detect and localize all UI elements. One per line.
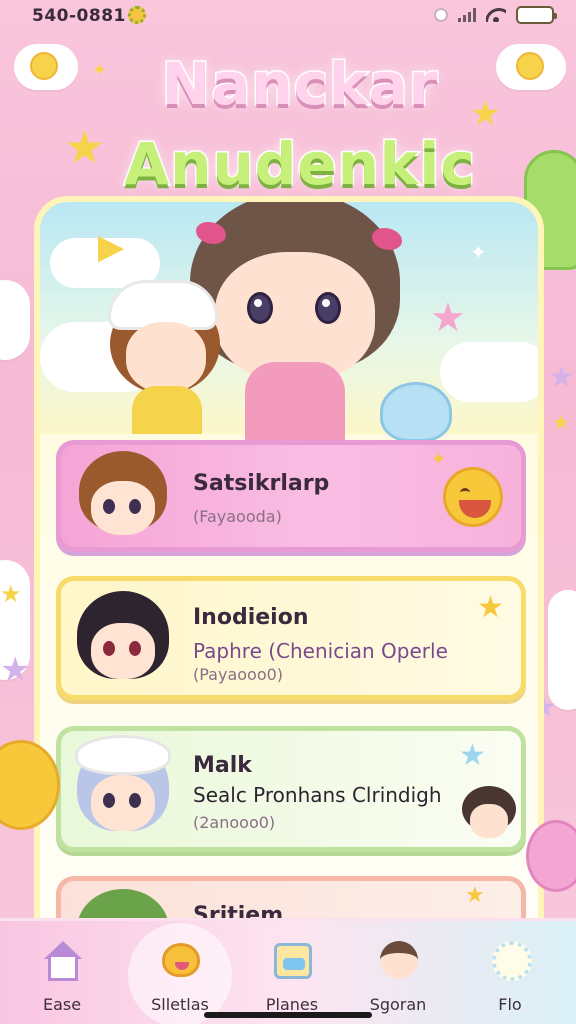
- item-title: Satsikrlarp: [193, 471, 330, 496]
- app-title: Nanckar Anudenkic: [100, 50, 500, 198]
- star-icon: ★: [548, 360, 575, 395]
- battery-icon: [516, 6, 557, 24]
- tab-label: Ease: [42, 995, 82, 1014]
- boy-character-body: [132, 386, 202, 434]
- home-icon: [40, 937, 86, 983]
- tab-ease[interactable]: Ease: [12, 929, 112, 1019]
- item-note: (Payaooo0): [193, 665, 284, 684]
- eye-icon: [247, 292, 273, 324]
- item-title: Malk: [193, 753, 252, 778]
- heart-face-icon: [158, 937, 204, 983]
- girl-character-body: [245, 362, 345, 442]
- sheep-icon: [488, 937, 534, 983]
- character-avatar: [71, 735, 175, 837]
- item-title: Inodieion: [193, 605, 309, 630]
- list-item[interactable]: Inodieion Paphre (Chenician Operle (Paya…: [56, 576, 526, 700]
- blue-blob-mascot: [380, 382, 452, 442]
- sparkle-icon: ✦: [470, 240, 487, 264]
- kid-avatar-icon: [376, 937, 422, 983]
- title-line-2: Anudenkic: [123, 130, 476, 198]
- tab-planes[interactable]: Planes: [242, 929, 342, 1019]
- tab-label: Flo: [498, 995, 522, 1014]
- boy-character-face: [126, 322, 206, 392]
- list-item[interactable]: Satsikrlarp (Fayaooda) ✦: [56, 440, 526, 552]
- wifi-icon: [486, 8, 506, 22]
- status-icons: [434, 6, 557, 24]
- star-icon: ★: [465, 883, 485, 908]
- star-icon: ★: [0, 580, 22, 608]
- bottom-tab-bar: Ease Slletlas Planes Sgoran Flo: [0, 918, 576, 1024]
- character-avatar: [71, 451, 175, 547]
- status-bar: 540-0881: [0, 0, 576, 36]
- cloud-decoration: [440, 342, 538, 402]
- tab-slletlas[interactable]: Slletlas: [128, 923, 232, 1024]
- notification-icon: [434, 8, 448, 22]
- star-icon: ★: [459, 738, 486, 773]
- item-note: (Fayaooda): [193, 507, 282, 526]
- status-time: 540-0881: [32, 6, 126, 26]
- chibi-girl-decoration: [456, 786, 522, 852]
- tab-flo[interactable]: Flo: [460, 929, 560, 1019]
- tab-sgoran[interactable]: Sgoran: [348, 929, 448, 1019]
- cloud-decoration: [0, 280, 30, 360]
- smiley-face-icon[interactable]: [443, 467, 503, 527]
- sun-icon: [30, 52, 58, 80]
- star-icon: ★: [552, 410, 570, 434]
- hero-illustration: ★ ▶ ✦: [40, 202, 538, 442]
- star-icon[interactable]: ★: [477, 593, 504, 623]
- toy-box-icon: [270, 937, 316, 983]
- play-triangle-icon: ▶: [98, 227, 125, 267]
- eye-icon: [315, 292, 341, 324]
- title-line-1: Nanckar: [160, 50, 439, 118]
- star-icon: ★: [0, 650, 31, 690]
- star-icon: ★: [430, 295, 466, 341]
- item-note: (2anooo0): [193, 813, 276, 832]
- sun-icon: [516, 52, 544, 80]
- signal-icon: [458, 8, 476, 22]
- item-subtitle: Paphre (Chenician Operle: [193, 639, 448, 663]
- item-subtitle: Sealc Pronhans Clrindigh: [193, 783, 442, 807]
- gear-icon: [128, 6, 146, 24]
- home-indicator[interactable]: [204, 1012, 372, 1018]
- character-avatar: [71, 591, 175, 687]
- sparkle-icon: ✦: [431, 449, 447, 470]
